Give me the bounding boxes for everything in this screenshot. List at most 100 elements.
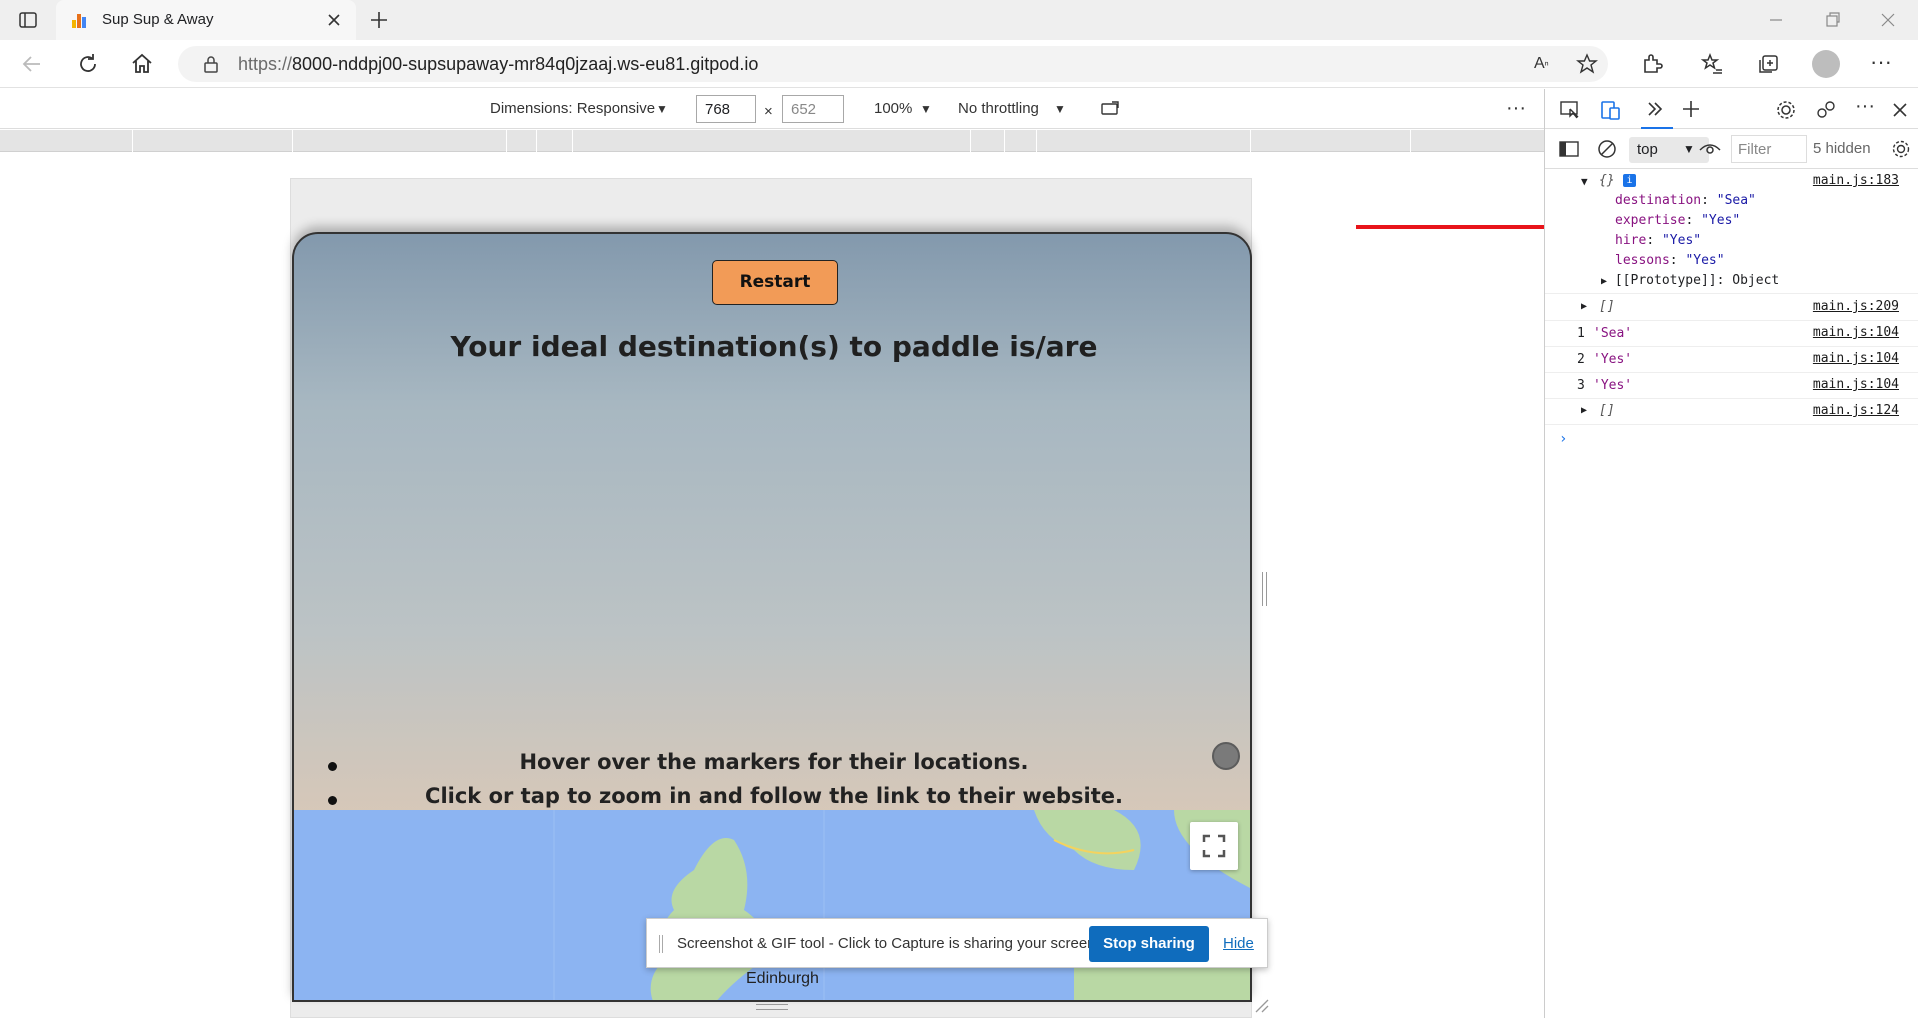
drag-handle-icon[interactable] [659,935,663,953]
viewport-resize-handle-right[interactable] [1262,572,1267,606]
collections-icon[interactable] [1756,52,1780,76]
media-query-ruler[interactable] [0,130,1544,152]
object-property: lessons: "Yes" [1615,253,1725,268]
screen-share-banner: Screenshot & GIF tool - Click to Capture… [646,918,1268,968]
repeat-count: 3 [1577,378,1585,393]
viewport-corner-resize-icon[interactable] [1252,996,1270,1014]
property-value: "Yes" [1661,233,1702,248]
inspect-element-icon[interactable] [1559,99,1581,121]
refresh-icon[interactable] [76,52,100,76]
stop-sharing-button[interactable]: Stop sharing [1089,926,1209,962]
hidden-messages-count[interactable]: 5 hidden [1813,140,1871,157]
height-input[interactable]: 652 [782,95,844,123]
console-row[interactable]: ▶ [] main.js:209 [1545,295,1918,321]
width-input[interactable]: 768 [696,95,756,123]
devtools-close-icon[interactable] [1891,101,1909,119]
expand-triangle-icon[interactable]: ▼ [1581,175,1588,188]
row-value: 'Sea' [1593,326,1633,341]
repeat-count: 1 [1577,326,1585,341]
dimensions-dropdown[interactable]: Dimensions: Responsive [490,100,655,117]
destination-map[interactable]: Edinburgh [294,810,1250,1000]
source-link[interactable]: main.js:104 [1813,325,1899,340]
url-scheme: https:// [238,54,293,74]
tab-strip: Sup Sup & Away [0,0,1918,40]
tab-actions-icon[interactable] [18,10,38,30]
object-property: destination: "Sea" [1615,193,1756,208]
live-expression-icon[interactable] [1699,140,1721,158]
info-icon[interactable]: i [1623,174,1636,187]
context-selector[interactable]: top ▼ [1629,137,1709,163]
back-icon[interactable] [20,52,44,76]
row-value: [] [1599,403,1615,418]
restore-icon[interactable] [1822,10,1842,30]
devtools-feedback-icon[interactable] [1815,99,1837,121]
share-message: Screenshot & GIF tool - Click to Capture… [677,935,1100,952]
dimensions-chevron-icon[interactable]: ▼ [656,102,668,116]
extensions-icon[interactable] [1640,52,1664,76]
context-label: top [1637,141,1658,158]
devtools-more-icon[interactable]: ··· [1855,95,1875,118]
console-row[interactable]: ▶ [] main.js:124 [1545,399,1918,425]
address-bar[interactable]: https://8000-nddpj00-supsupaway-mr84q0jz… [178,46,1608,82]
profile-avatar[interactable] [1812,50,1840,78]
clear-console-icon[interactable] [1597,139,1617,159]
prototype-text: [[Prototype]]: Object [1614,273,1780,288]
favorites-icon[interactable] [1700,52,1724,76]
object-preview[interactable]: {} [1599,173,1615,188]
console-row[interactable]: 2 'Yes' main.js:104 [1545,347,1918,373]
source-link[interactable]: main.js:124 [1813,403,1899,418]
tab-more-tools[interactable] [1641,97,1673,129]
prototype-row[interactable]: ▶ [[Prototype]]: Object [1601,273,1779,288]
collapse-triangle-icon[interactable]: ▶ [1581,405,1587,416]
scroll-indicator-dot[interactable] [1212,742,1240,770]
new-tab-icon[interactable] [368,9,390,31]
row-value: 'Yes' [1593,352,1633,367]
url-host: 8000-nddpj00-supsupaway-mr84q0jzaaj.ws-e… [292,54,759,74]
settings-more-icon[interactable]: ··· [1870,51,1892,73]
console-prompt-icon[interactable]: › [1559,431,1567,447]
rotate-icon[interactable] [1100,99,1122,119]
window-close-icon[interactable] [1878,10,1898,30]
property-key: hire [1615,233,1647,248]
home-icon[interactable] [130,52,154,76]
hide-link[interactable]: Hide [1223,935,1254,952]
source-link[interactable]: main.js:104 [1813,377,1899,392]
favorite-add-icon[interactable] [1576,53,1598,75]
read-aloud-icon[interactable]: Aⁿ [1534,55,1549,73]
property-key: destination [1615,193,1702,208]
add-panel-icon[interactable] [1679,97,1703,121]
instruction-click: Click or tap to zoom in and follow the l… [425,784,1123,808]
collapse-triangle-icon[interactable]: ▶ [1581,301,1587,312]
navigation-bar: https://8000-nddpj00-supsupaway-mr84q0jz… [0,40,1918,88]
source-link[interactable]: main.js:209 [1813,299,1899,314]
tab-close-icon[interactable] [326,12,342,28]
url-text[interactable]: https://8000-nddpj00-supsupaway-mr84q0jz… [238,54,758,75]
throttling-chevron-icon[interactable]: ▼ [1054,102,1066,116]
throttling-dropdown[interactable]: No throttling [958,100,1039,117]
console-settings-icon[interactable] [1891,139,1911,159]
viewport-resize-handle-bottom[interactable] [756,1004,788,1010]
minimize-icon[interactable] [1766,10,1786,30]
devtools-settings-icon[interactable] [1775,99,1797,121]
console-filter-input[interactable]: Filter [1731,135,1807,163]
console-sidebar-icon[interactable] [1559,140,1579,158]
row-value: 'Yes' [1593,378,1633,393]
restart-button[interactable]: Restart [712,260,838,305]
property-value: "Sea" [1716,193,1756,208]
tab-active[interactable]: Sup Sup & Away [56,0,356,40]
fullscreen-icon [1202,834,1226,858]
console-row[interactable]: 1 'Sea' main.js:104 [1545,321,1918,347]
device-emulation-icon[interactable] [1599,99,1621,121]
device-more-icon[interactable]: ··· [1506,97,1526,120]
source-link[interactable]: main.js:104 [1813,351,1899,366]
property-value: "Yes" [1685,253,1725,268]
row-divider [1545,293,1918,294]
zoom-chevron-icon[interactable]: ▼ [920,102,932,116]
source-link[interactable]: main.js:183 [1813,173,1899,188]
map-fullscreen-button[interactable] [1190,822,1238,870]
map-city-label: Edinburgh [746,970,819,987]
site-favicon-icon [70,10,90,30]
lock-icon[interactable] [202,55,220,73]
zoom-dropdown[interactable]: 100% [874,100,912,117]
console-row[interactable]: 3 'Yes' main.js:104 [1545,373,1918,399]
